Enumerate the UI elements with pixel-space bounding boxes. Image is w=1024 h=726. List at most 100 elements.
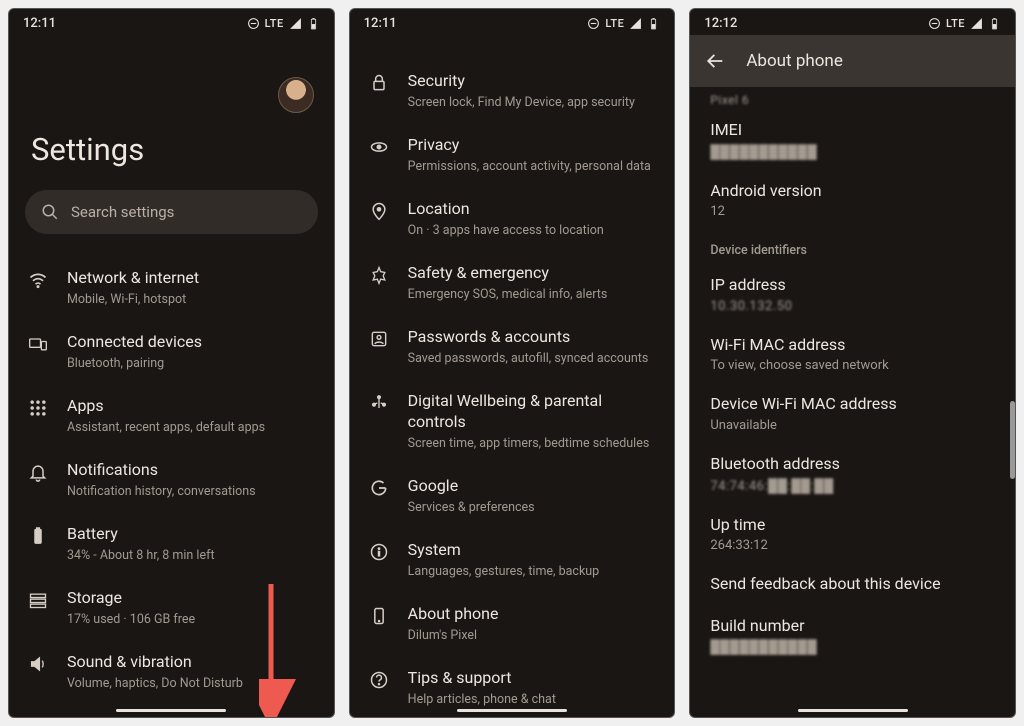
- apps-icon: [27, 396, 49, 418]
- battery-icon: [988, 17, 1001, 30]
- row-wifi-mac[interactable]: Wi-Fi MAC address To view, choose saved …: [690, 324, 1015, 384]
- privacy-icon: [368, 135, 390, 157]
- about-header: About phone: [690, 35, 1015, 87]
- item-sub: Services & preferences: [408, 500, 657, 516]
- row-key: Wi-Fi MAC address: [710, 334, 995, 356]
- row-uptime[interactable]: Up time 264:33:12: [690, 504, 1015, 564]
- account-icon: [368, 327, 390, 349]
- row-value-redacted: 74:74:46:██:██:██: [710, 478, 995, 494]
- settings-list: Security Screen lock, Find My Device, app…: [350, 37, 675, 717]
- devices-icon: [27, 332, 49, 354]
- status-bar: 12:11 LTE: [350, 9, 675, 37]
- status-time: 12:11: [364, 16, 397, 31]
- nav-gesture-pill[interactable]: [116, 709, 226, 712]
- item-title: Tips & support: [408, 668, 657, 689]
- item-title: Security: [408, 71, 657, 92]
- volume-icon: [27, 652, 49, 674]
- back-icon[interactable]: [704, 50, 726, 72]
- row-key: Android version: [710, 180, 995, 202]
- item-sub: Languages, gestures, time, backup: [408, 564, 657, 580]
- status-time: 12:11: [23, 16, 56, 31]
- wellbeing-icon: [368, 391, 390, 413]
- nav-gesture-pill[interactable]: [798, 709, 908, 712]
- item-security[interactable]: Security Screen lock, Find My Device, app…: [350, 59, 675, 123]
- search-icon: [41, 203, 59, 221]
- status-icons: LTE: [587, 17, 660, 30]
- item-title: Apps: [67, 396, 316, 417]
- google-icon: [368, 476, 390, 498]
- item-title: Connected devices: [67, 332, 316, 353]
- item-safety[interactable]: Safety & emergency Emergency SOS, medical…: [350, 251, 675, 315]
- item-sub: Emergency SOS, medical info, alerts: [408, 287, 657, 303]
- info-icon: [368, 540, 390, 562]
- row-key: Up time: [710, 514, 995, 536]
- item-location[interactable]: LocationOn · 3 apps have access to locat…: [350, 187, 675, 251]
- item-title: Passwords & accounts: [408, 327, 657, 348]
- search-settings[interactable]: Search settings: [25, 190, 318, 234]
- item-wellbeing[interactable]: Digital Wellbeing & parental controls Scr…: [350, 379, 675, 464]
- item-title: Battery: [67, 524, 316, 545]
- row-value-redacted: 10.30.132.50: [710, 299, 995, 314]
- phone-screen-about: 12:12 LTE About phone Pixel 6 IMEI █████…: [689, 8, 1016, 718]
- item-notifications[interactable]: Notifications Notification history, conve…: [9, 448, 334, 512]
- dnd-icon: [587, 17, 600, 30]
- row-value: 12: [710, 204, 995, 219]
- item-sub: Permissions, account activity, personal …: [408, 159, 657, 175]
- item-connected[interactable]: Connected devicesBluetooth, pairing: [9, 320, 334, 384]
- item-title: Privacy: [408, 135, 657, 156]
- item-title: Safety & emergency: [408, 263, 657, 284]
- item-sub: On · 3 apps have access to location: [408, 223, 657, 239]
- row-imei[interactable]: IMEI ███████████: [690, 109, 1015, 170]
- item-sub: Screen lock, Find My Device, app securit…: [408, 95, 657, 111]
- item-network[interactable]: Network & internetMobile, Wi-Fi, hotspot: [9, 256, 334, 320]
- item-title: Notifications: [67, 460, 316, 481]
- battery-icon: [27, 524, 49, 546]
- scrollbar[interactable]: [1010, 401, 1015, 479]
- item-sub: Notification history, conversations: [67, 484, 316, 500]
- item-sub: Saved passwords, autofill, synced accoun…: [408, 351, 657, 367]
- profile-avatar[interactable]: [278, 77, 314, 113]
- status-bar: 12:12 LTE: [690, 9, 1015, 37]
- row-devicename[interactable]: Pixel 6: [690, 91, 1015, 109]
- item-tips[interactable]: Tips & supportHelp articles, phone & cha…: [350, 656, 675, 717]
- row-feedback[interactable]: Send feedback about this device: [690, 563, 1015, 605]
- item-passwords[interactable]: Passwords & accounts Saved passwords, aut…: [350, 315, 675, 379]
- item-sub: 34% - About 8 hr, 8 min left: [67, 548, 316, 564]
- item-privacy[interactable]: Privacy Permissions, account activity, pe…: [350, 123, 675, 187]
- dnd-icon: [928, 17, 941, 30]
- item-about-phone[interactable]: About phoneDilum's Pixel: [350, 592, 675, 656]
- item-google[interactable]: Google Services & preferences: [350, 464, 675, 528]
- row-value: To view, choose saved network: [710, 358, 995, 373]
- row-value: 264:33:12: [710, 538, 995, 553]
- signal-icon: [970, 17, 983, 30]
- nav-gesture-pill[interactable]: [457, 709, 567, 712]
- signal-icon: [289, 17, 302, 30]
- search-placeholder: Search settings: [71, 203, 174, 221]
- item-system[interactable]: SystemLanguages, gestures, time, backup: [350, 528, 675, 592]
- lock-icon: [368, 71, 390, 93]
- signal-icon: [629, 17, 642, 30]
- item-sub: Screen time, app timers, bedtime schedul…: [408, 436, 657, 452]
- row-value-redacted: ███████████: [710, 639, 995, 655]
- row-bluetooth[interactable]: Bluetooth address 74:74:46:██:██:██: [690, 443, 1015, 504]
- storage-icon: [27, 588, 49, 610]
- row-build-number[interactable]: Build number ███████████: [690, 605, 1015, 666]
- about-list: Pixel 6 IMEI ███████████ Android version…: [690, 87, 1015, 669]
- item-sub: Dilum's Pixel: [408, 628, 657, 644]
- section-device-identifiers: Device identifiers: [690, 229, 1015, 264]
- dnd-icon: [247, 17, 260, 30]
- item-battery[interactable]: Battery 34% - About 8 hr, 8 min left: [9, 512, 334, 576]
- row-ip[interactable]: IP address 10.30.132.50: [690, 264, 1015, 324]
- item-title: Google: [408, 476, 657, 497]
- item-title: Digital Wellbeing & parental controls: [408, 391, 657, 433]
- phone-screen-settings-scrolled: 12:11 LTE Security Screen lock, Find My D…: [349, 8, 676, 718]
- item-title: Network & internet: [67, 268, 316, 289]
- item-apps[interactable]: AppsAssistant, recent apps, default apps: [9, 384, 334, 448]
- row-device-wifi-mac[interactable]: Device Wi-Fi MAC address Unavailable: [690, 383, 1015, 443]
- wifi-icon: [27, 268, 49, 290]
- row-android-version[interactable]: Android version 12: [690, 170, 1015, 230]
- row-key: Send feedback about this device: [710, 573, 995, 595]
- status-icons: LTE: [247, 17, 320, 30]
- network-label: LTE: [605, 17, 624, 30]
- network-label: LTE: [946, 17, 965, 30]
